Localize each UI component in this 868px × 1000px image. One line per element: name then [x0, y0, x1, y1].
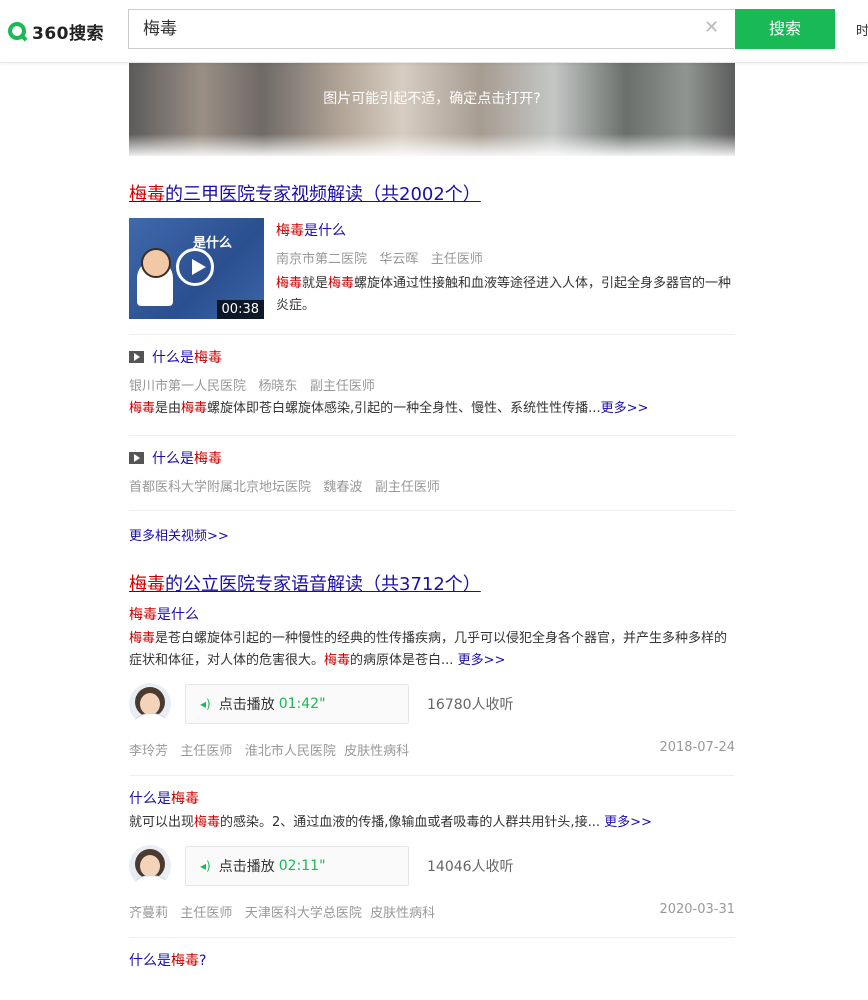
- listener-count: 14046人收听: [427, 859, 514, 875]
- voice-item-footer: 齐蔓莉 主任医师 天津医科大学总医院 皮肤性病科 2020-03-31: [129, 902, 735, 921]
- audio-row: ◂) 点击播放 02:11" 14046人收听: [129, 844, 735, 888]
- voice-item-title[interactable]: 什么是梅毒?: [129, 950, 735, 970]
- voice-section-title[interactable]: 梅毒的公立医院专家语音解读（共3712个）: [129, 570, 481, 596]
- doctor-avatar[interactable]: [129, 683, 171, 725]
- header-more-link[interactable]: 时: [856, 20, 868, 39]
- voice-item-footer: 李玲芳 主任医师 淮北市人民医院 皮肤性病科 2018-07-24: [129, 740, 735, 759]
- divider: [129, 334, 735, 335]
- voice-date: 2020-03-31: [659, 902, 735, 917]
- divider: [129, 435, 735, 436]
- video-item-desc: 梅毒是由梅毒螺旋体即苍白螺旋体感染,引起的一种全身性、慢性、系统性性传播...更…: [129, 401, 649, 416]
- results-content: 图片可能引起不适，确定点击打开? 梅毒的三甲医院专家视频解读（共2002个） 是…: [129, 60, 735, 970]
- video-duration: 00:38: [216, 300, 264, 319]
- audio-player[interactable]: ◂) 点击播放 01:42": [185, 684, 409, 724]
- voice-date: 2018-07-24: [659, 740, 735, 755]
- featured-video-desc: 梅毒就是梅毒螺旋体通过性接触和血液等途径进入人体，引起全身多器官的一种炎症。: [276, 276, 732, 313]
- search-input[interactable]: 梅毒: [128, 9, 734, 49]
- doctor-avatar[interactable]: [129, 845, 171, 887]
- search-header: 360搜索 梅毒 ✕ 搜索 时: [0, 0, 868, 63]
- more-link[interactable]: 更多>>: [458, 653, 506, 668]
- logo-icon: [8, 22, 26, 40]
- clear-icon[interactable]: ✕: [704, 18, 719, 38]
- voice-item-desc: 梅毒是苍白螺旋体引起的一种慢性的经典的性传播疾病，几乎可以侵犯全身各个器官，并产…: [129, 631, 728, 668]
- video-item-title[interactable]: 什么是 梅毒: [129, 448, 735, 468]
- featured-video-meta: 南京市第二医院 华云晖 主任医师: [276, 252, 483, 267]
- banner-warning: 图片可能引起不适，确定点击打开?: [323, 91, 541, 107]
- doctor-face: [141, 248, 171, 278]
- speaker-icon: ◂): [200, 859, 211, 873]
- voice-item-title[interactable]: 梅毒是什么: [129, 604, 735, 624]
- video-item-meta: 银川市第一人民医院 杨晓东 副主任医师: [129, 379, 375, 394]
- video-item-title[interactable]: 什么是 梅毒: [129, 347, 735, 367]
- divider: [129, 937, 735, 938]
- more-link[interactable]: 更多>>: [601, 401, 649, 416]
- video-thumbnail[interactable]: 是什么 00:38: [129, 218, 264, 319]
- video-item-meta: 首都医科大学附属北京地坛医院 魏春波 副主任医师: [129, 480, 440, 495]
- logo-text: 360搜索: [32, 23, 104, 44]
- featured-video-title[interactable]: 梅毒是什么: [276, 220, 735, 240]
- video-icon: [129, 452, 144, 464]
- audio-player[interactable]: ◂) 点击播放 02:11": [185, 846, 409, 886]
- featured-video: 是什么 00:38 梅毒是什么 南京市第二医院 华云晖 主任医师 梅毒就是梅毒螺…: [129, 218, 735, 319]
- video-section-title[interactable]: 梅毒的三甲医院专家视频解读（共2002个）: [129, 180, 481, 206]
- voice-item-title[interactable]: 什么是梅毒: [129, 788, 735, 808]
- voice-item-desc: 就可以出现梅毒的感染。2、通过血液的传播,像输血或者吸毒的人群共用针头,接...…: [129, 815, 652, 830]
- more-videos-link[interactable]: 更多相关视频>>: [129, 525, 735, 544]
- search-button[interactable]: 搜索: [735, 9, 835, 49]
- audio-row: ◂) 点击播放 01:42" 16780人收听: [129, 682, 735, 726]
- listener-count: 16780人收听: [427, 697, 514, 713]
- more-link[interactable]: 更多>>: [604, 815, 652, 830]
- divider: [129, 510, 735, 511]
- speaker-icon: ◂): [200, 697, 211, 711]
- divider: [129, 775, 735, 776]
- logo[interactable]: 360搜索: [8, 16, 104, 46]
- video-icon: [129, 351, 144, 363]
- play-icon[interactable]: [176, 248, 214, 286]
- blurred-image-banner[interactable]: 图片可能引起不适，确定点击打开?: [129, 60, 735, 156]
